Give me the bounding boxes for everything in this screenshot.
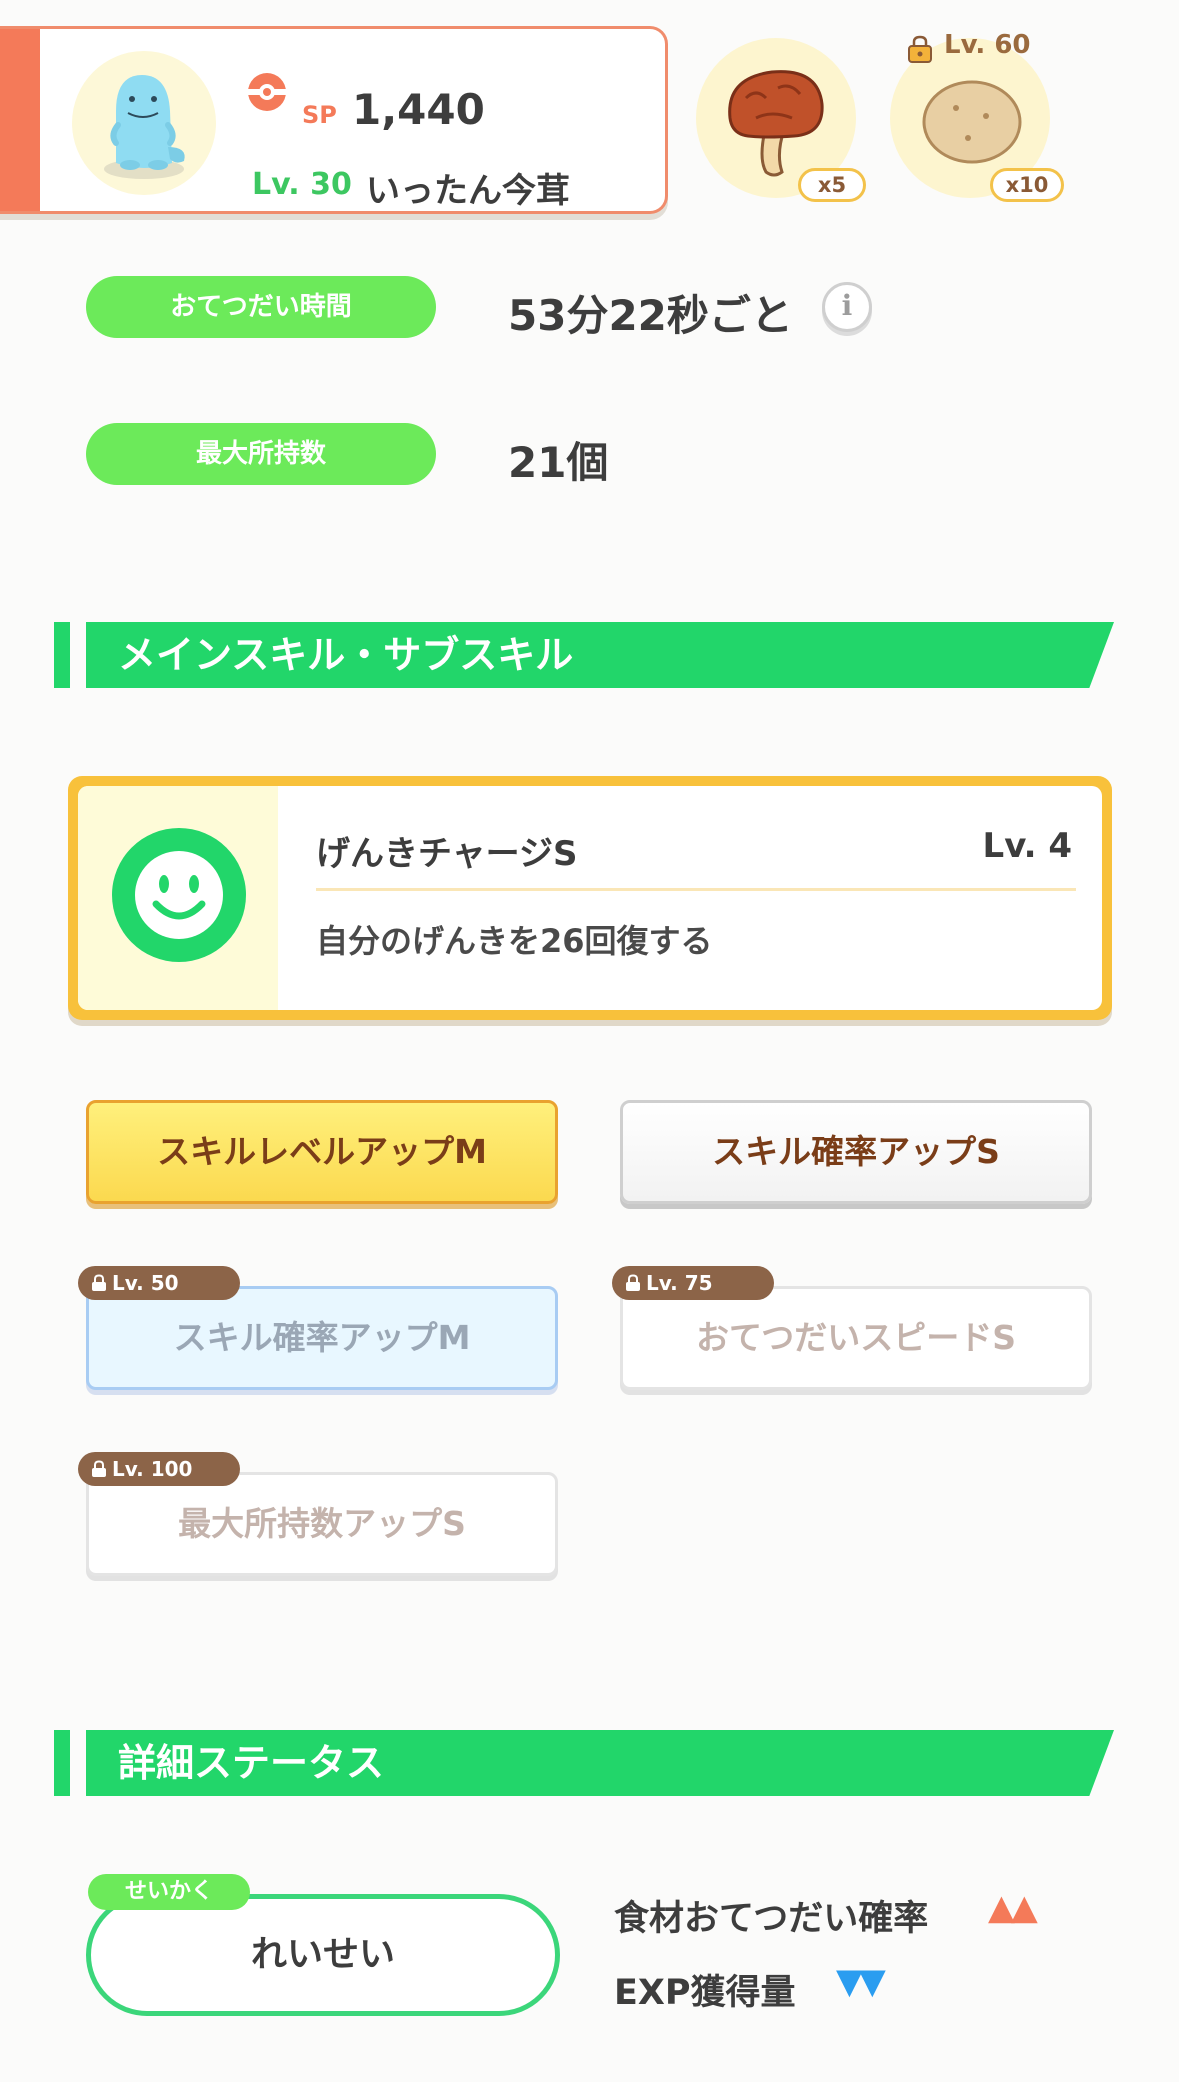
section-header-skills: メインスキル・サブスキル	[86, 622, 1114, 688]
pokemon-nickname: いったん今茸	[366, 171, 570, 211]
lock-icon	[908, 35, 932, 63]
nature-value-box[interactable]: れいせい	[86, 1894, 560, 2016]
sub-skill-3-lock-level: Lv. 50	[112, 1271, 179, 1295]
card-accent-stripe	[0, 29, 40, 211]
nature-down-marks: ▼▼	[836, 1962, 886, 2002]
help-time-label: おてつだい時間	[86, 276, 436, 338]
main-skill-card[interactable]: げんきチャージS Lv. 4 自分のげんきを26回復する	[68, 776, 1112, 1020]
pokemon-summary-card[interactable]: SP 1,440 Lv. 30 いったん今茸	[0, 26, 668, 214]
sp-label: SP	[302, 101, 337, 129]
sub-skill-2-button[interactable]: スキル確率アップS	[620, 1100, 1092, 1204]
nature-up-label: 食材おてつだい確率	[614, 1899, 929, 1939]
max-carry-value: 21個	[508, 438, 609, 487]
sub-skill-4-lock-level: Lv. 75	[646, 1271, 713, 1295]
section-tab-marker	[54, 622, 70, 688]
sub-skill-5-button[interactable]: 最大所持数アップS	[86, 1472, 558, 1576]
lock-icon	[626, 1274, 640, 1291]
sub-skill-5-lock-level: Lv. 100	[112, 1457, 193, 1481]
lock-icon	[92, 1274, 106, 1291]
help-time-value: 53分22秒ごと	[508, 291, 793, 340]
quagsire-icon	[104, 75, 185, 179]
nature-up-marks: ▲▲	[988, 1888, 1038, 1928]
lock-icon	[92, 1460, 106, 1477]
nature-down-label: EXP獲得量	[614, 1973, 796, 2013]
nature-tag: せいかく	[88, 1874, 250, 1910]
info-icon: i	[841, 289, 853, 322]
main-skill-icon-area	[78, 786, 278, 1010]
sp-value: 1,440	[352, 85, 485, 134]
sub-skill-3-lock-tag: Lv. 50	[78, 1266, 240, 1300]
sp-ball-icon	[248, 73, 286, 111]
main-skill-level: Lv. 4	[982, 826, 1072, 866]
pokemon-level: Lv. 30	[252, 167, 352, 202]
sub-skill-4-button[interactable]: おてつだいスピードS	[620, 1286, 1092, 1390]
sub-skill-3-button[interactable]: スキル確率アップM	[86, 1286, 558, 1390]
section-header-details: 詳細ステータス	[86, 1730, 1114, 1796]
max-carry-label: 最大所持数	[86, 423, 436, 485]
section-tab-marker	[54, 1730, 70, 1796]
main-skill-inner: げんきチャージS Lv. 4 自分のげんきを26回復する	[78, 786, 1102, 1010]
sub-skill-1-button[interactable]: スキルレベルアップM	[86, 1100, 558, 1204]
ingredient-qty-2: x10	[990, 168, 1064, 202]
pokemon-avatar	[72, 51, 216, 195]
divider	[316, 888, 1076, 891]
smile-icon	[112, 828, 246, 962]
main-skill-name: げんきチャージS	[316, 834, 578, 874]
info-button[interactable]: i	[822, 282, 872, 332]
sub-skill-5-lock-tag: Lv. 100	[78, 1452, 240, 1486]
ingredient-qty-1: x5	[798, 168, 866, 202]
ingredient-unlock-level: Lv. 60	[944, 30, 1031, 60]
sub-skill-4-lock-tag: Lv. 75	[612, 1266, 774, 1300]
main-skill-description: 自分のげんきを26回復する	[316, 922, 713, 960]
